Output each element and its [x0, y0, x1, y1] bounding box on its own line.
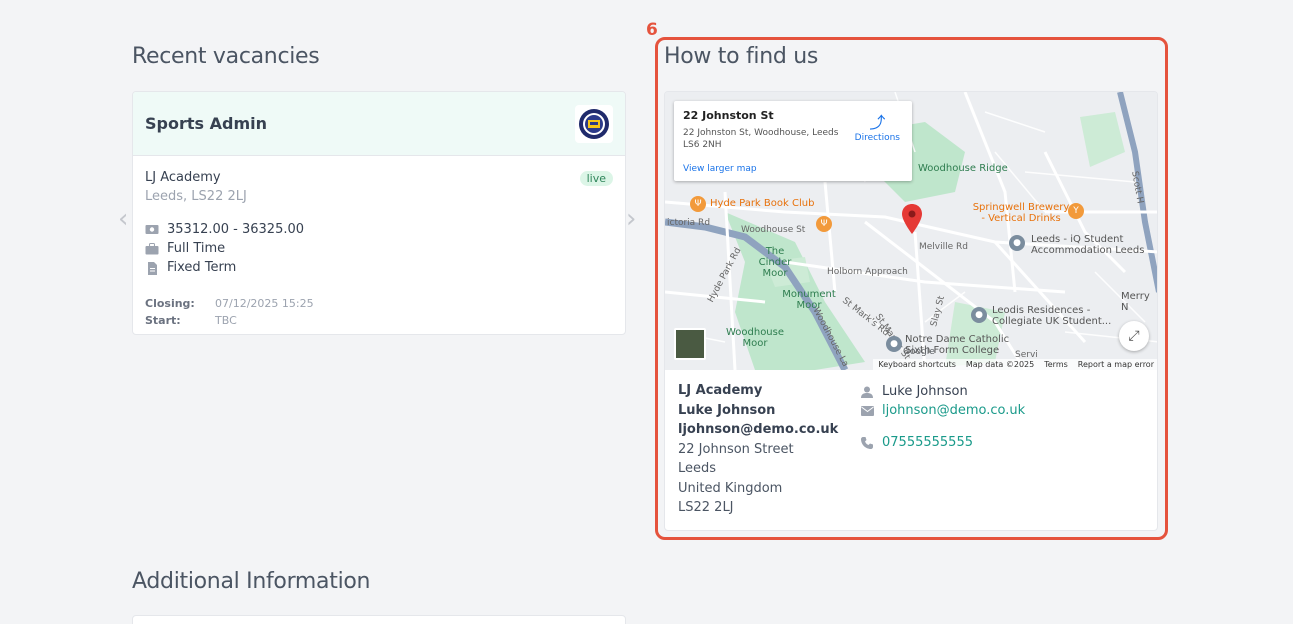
directions-label: Directions	[854, 133, 900, 143]
start-label: Start:	[145, 314, 181, 327]
map-label-merry: Merry N	[1121, 291, 1150, 313]
map-footer: Keyboard shortcuts Map data ©2025 Terms …	[873, 359, 1157, 370]
map-label-hyde-park-book-club: Hyde Park Book Club	[710, 198, 815, 209]
hours-row: Full Time	[145, 241, 613, 256]
closing-label: Closing:	[145, 297, 195, 310]
find-us-card: Woodhouse Ridge Hyde Park Book Club Spri…	[664, 91, 1158, 531]
closing-value: 07/12/2025 15:25	[215, 297, 314, 310]
restaurant-icon[interactable]: Ψ	[816, 216, 832, 232]
map-label-monument-moor: Monument Moor	[782, 289, 836, 311]
contact-phone-row: 07555555555	[860, 433, 1025, 452]
address-street: 22 Johnson Street	[678, 441, 794, 457]
address-city: Leeds	[678, 461, 717, 476]
address-country: United Kingdom	[678, 480, 783, 496]
map-label-springwell-brewery: Springwell Brewery - Vertical Drinks	[972, 202, 1070, 224]
address-contact-name: Luke Johnson	[678, 402, 776, 418]
additional-info-title: Additional Information	[132, 569, 371, 594]
document-icon	[145, 261, 159, 275]
briefcase-icon	[145, 242, 159, 255]
map-label-woodhouse-st: Woodhouse St	[741, 225, 806, 235]
restaurant-icon[interactable]: Ψ	[690, 196, 706, 212]
recent-vacancies-title: Recent vacancies	[132, 44, 320, 69]
address-email: ljohnson@demo.co.uk	[678, 422, 839, 437]
report-map-error-link[interactable]: Report a map error	[1078, 360, 1154, 369]
address-postcode: LS22 2LJ	[678, 500, 734, 515]
view-larger-map-link[interactable]: View larger map	[683, 164, 757, 174]
highlight-number: 6	[646, 20, 658, 40]
person-icon	[860, 386, 874, 398]
google-logo: Google	[903, 347, 935, 357]
school-logo	[575, 104, 613, 143]
contact-email-link[interactable]: ljohnson@demo.co.uk	[882, 403, 1025, 418]
contract-value: Fixed Term	[167, 260, 237, 275]
embedded-map[interactable]: Woodhouse Ridge Hyde Park Book Club Spri…	[665, 92, 1157, 370]
school-icon[interactable]: ●	[886, 336, 902, 352]
vacancy-title[interactable]: Sports Admin	[145, 114, 267, 133]
fullscreen-icon: ⤢	[1128, 328, 1140, 344]
status-badge: live	[579, 171, 613, 186]
address-block: LJ Academy Luke Johnson ljohnson@demo.co…	[678, 381, 838, 518]
map-label-cinder-moor: The Cinder Moor	[758, 246, 792, 279]
closing-row: Closing: 07/12/2025 15:25	[145, 297, 613, 310]
map-label-victoria-rd: ictoria Rd	[667, 218, 711, 228]
terms-link[interactable]: Terms	[1044, 360, 1068, 369]
money-icon	[145, 224, 159, 236]
vacancy-organisation: LJ Academy	[145, 170, 221, 185]
map-info-popup: 22 Johnston St 22 Johnston St, Woodhouse…	[674, 101, 912, 181]
contact-name-row: Luke Johnson	[860, 382, 1025, 401]
contact-name: Luke Johnson	[882, 384, 968, 399]
map-label-leeds-iq: Leeds - iQ Student Accommodation Leeds	[1031, 234, 1145, 256]
map-label-woodhouse-ridge: Woodhouse Ridge	[918, 163, 1008, 174]
satellite-toggle[interactable]	[674, 328, 706, 360]
map-label-woodhouse-moor: Woodhouse Moor	[725, 327, 785, 349]
directions-button[interactable]: ⤴ Directions	[855, 109, 900, 143]
start-row: Start: TBC	[145, 314, 613, 327]
place-icon[interactable]: ●	[971, 307, 987, 323]
vacancy-card[interactable]: Sports Admin LJ Academy Leeds, LS22 2LJ …	[132, 91, 626, 335]
find-us-title: How to find us	[664, 44, 819, 69]
contact-phone-link[interactable]: 07555555555	[882, 435, 973, 450]
carousel-prev-button[interactable]: ‹	[118, 206, 128, 232]
place-icon[interactable]: ●	[1009, 235, 1025, 251]
hours-value: Full Time	[167, 241, 226, 256]
salary-value: 35312.00 - 36325.00	[167, 222, 305, 237]
vacancy-location: Leeds, LS22 2LJ	[145, 189, 247, 204]
address-organisation: LJ Academy	[678, 383, 763, 398]
location-pin-icon[interactable]	[902, 204, 922, 234]
start-value: TBC	[215, 314, 237, 327]
fullscreen-button[interactable]: ⤢	[1119, 321, 1149, 351]
phone-icon	[860, 436, 874, 449]
envelope-icon	[860, 405, 874, 416]
keyboard-shortcuts-link[interactable]: Keyboard shortcuts	[878, 360, 955, 369]
additional-info-card	[132, 615, 626, 624]
map-data-text: Map data ©2025	[965, 360, 1035, 369]
directions-icon: ⤴	[869, 113, 886, 132]
map-label-leodis: Leodis Residences - Collegiate UK Studen…	[992, 305, 1112, 327]
bar-icon[interactable]: Y	[1068, 203, 1084, 219]
contact-email-row: ljohnson@demo.co.uk	[860, 401, 1025, 420]
map-label-melville: Melville Rd	[919, 242, 968, 252]
contract-row: Fixed Term	[145, 260, 613, 275]
vacancy-card-header: Sports Admin	[133, 92, 625, 156]
contact-block: Luke Johnson ljohnson@demo.co.uk 0755555…	[860, 382, 1025, 452]
map-label-holborn: Holborn Approach	[827, 267, 908, 277]
salary-row: 35312.00 - 36325.00	[145, 222, 613, 237]
map-place-address: 22 Johnston St, Woodhouse, Leeds LS6 2NH	[683, 128, 839, 150]
carousel-next-button[interactable]: ›	[626, 206, 636, 232]
